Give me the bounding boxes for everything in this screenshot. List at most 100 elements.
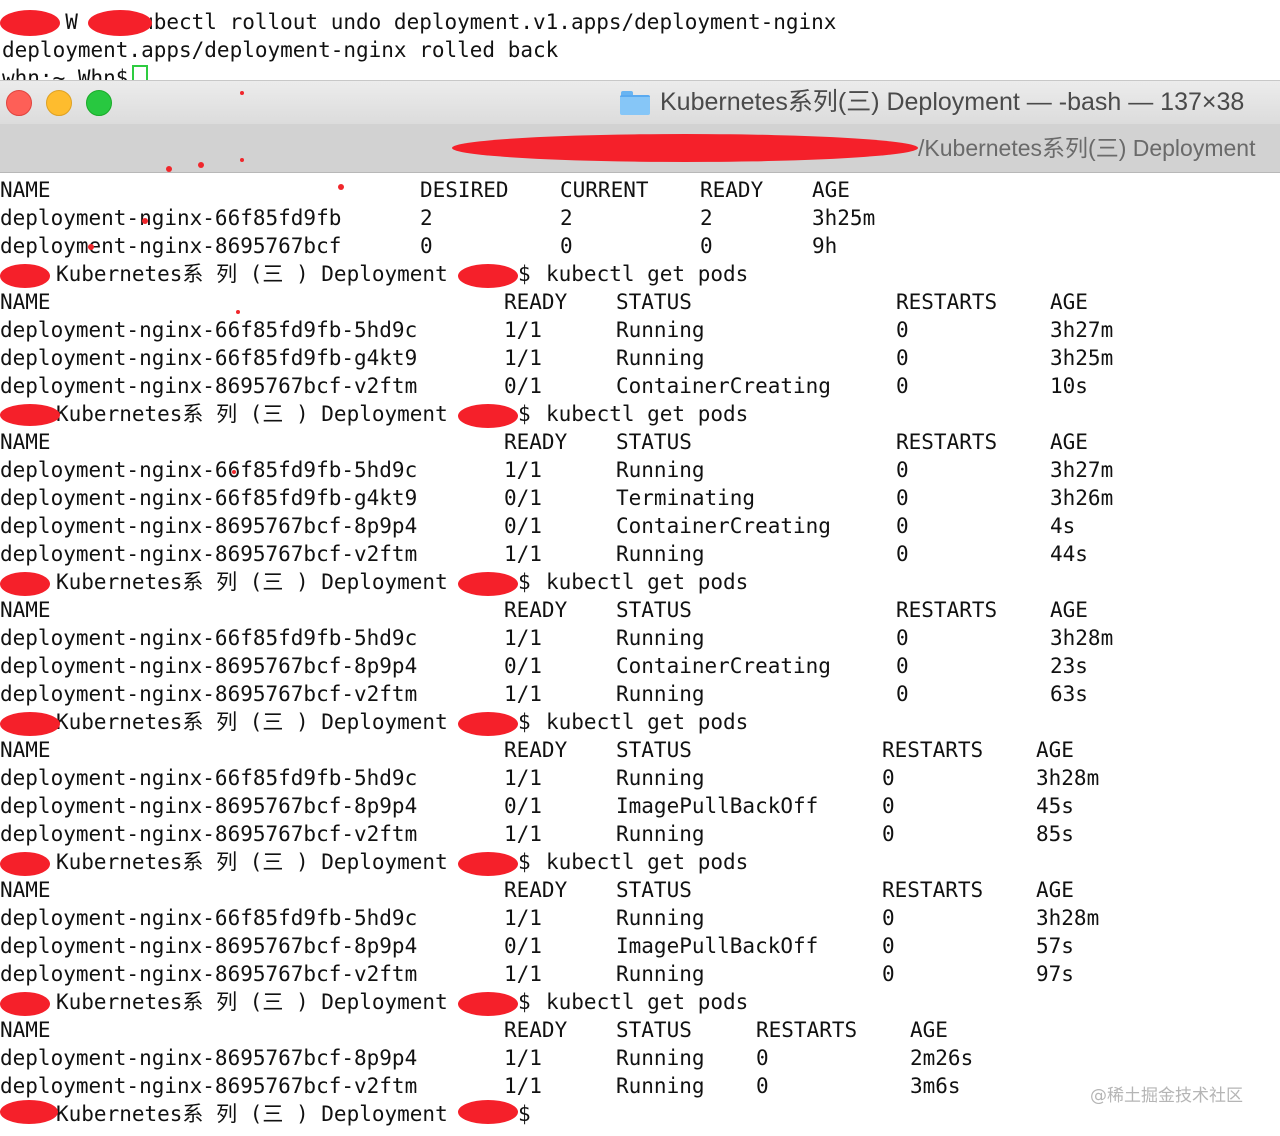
header-status: STATUS	[616, 738, 692, 762]
pod-row: deployment-nginx-8695767bcf-8p9p4 1/1 Ru…	[0, 1044, 1280, 1072]
header-ready: READY	[504, 1018, 568, 1042]
redaction-mark	[88, 10, 152, 36]
redaction-mark	[458, 572, 518, 596]
window-titlebar: Kubernetes系列(三) Deployment — -bash — 137…	[0, 80, 1280, 125]
header-status: STATUS	[616, 598, 692, 622]
pod-restarts: 0	[896, 626, 909, 650]
header-current: CURRENT	[560, 178, 649, 202]
terminal-output[interactable]: NAME DESIRED CURRENT READY AGE deploymen…	[0, 176, 1280, 1136]
header-age: AGE	[1050, 598, 1088, 622]
pod-age: 3h25m	[1050, 346, 1114, 370]
stray-mark	[240, 158, 244, 162]
stray-mark	[166, 166, 172, 172]
pod-ready: 0/1	[504, 514, 542, 538]
header-ready: READY	[504, 598, 568, 622]
pod-ready: 1/1	[504, 682, 542, 706]
background-terminal: ~ W kubectl rollout undo deployment.v1.a…	[0, 0, 1280, 82]
pod-row: deployment-nginx-66f85fd9fb-g4kt9 1/1 Ru…	[0, 344, 1280, 372]
stray-mark	[88, 244, 94, 250]
pod-ready: 1/1	[504, 822, 542, 846]
prompt-line: Kubernetes系 列 (三 ) Deployment $ kubectl …	[0, 708, 1280, 736]
pod-row: deployment-nginx-8695767bcf-8p9p4 0/1 Im…	[0, 932, 1280, 960]
pod-name: deployment-nginx-8695767bcf-v2ftm	[0, 1074, 418, 1098]
pod-restarts: 0	[896, 374, 909, 398]
pod-restarts: 0	[896, 514, 909, 538]
pod-status: Running	[616, 682, 705, 706]
redaction-mark	[458, 264, 518, 288]
pod-ready: 1/1	[504, 766, 542, 790]
stray-mark	[198, 162, 204, 168]
pod-status: Running	[616, 346, 705, 370]
command-text: kubectl get pods	[546, 990, 749, 1014]
close-window-button[interactable]	[6, 90, 32, 116]
header-restarts: RESTARTS	[896, 598, 998, 622]
pod-row: deployment-nginx-8695767bcf-8p9p4 0/1 Co…	[0, 512, 1280, 540]
pod-age: 3h26m	[1050, 486, 1114, 510]
pod-ready: 1/1	[504, 962, 542, 986]
header-status: STATUS	[616, 290, 692, 314]
terminal-tab-bar: /Kubernetes系列(三) Deployment	[0, 124, 1280, 173]
prompt-line: Kubernetes系 列 (三 ) Deployment $ kubectl …	[0, 988, 1280, 1016]
redaction-mark	[458, 1100, 518, 1124]
pod-ready: 1/1	[504, 346, 542, 370]
pod-ready: 1/1	[504, 458, 542, 482]
pod-row: deployment-nginx-8695767bcf-v2ftm 0/1 Co…	[0, 372, 1280, 400]
header-name: NAME	[0, 738, 51, 762]
redaction-mark	[0, 712, 60, 736]
pod-restarts: 0	[896, 318, 909, 342]
tab-title[interactable]: /Kubernetes系列(三) Deployment	[918, 133, 1255, 163]
pod-status: Running	[616, 626, 705, 650]
pods-header-row: NAME READY STATUS RESTARTS AGE	[0, 596, 1280, 624]
header-name: NAME	[0, 1018, 51, 1042]
pod-name: deployment-nginx-8695767bcf-8p9p4	[0, 1046, 418, 1070]
pod-row: deployment-nginx-8695767bcf-8p9p4 0/1 Co…	[0, 652, 1280, 680]
prompt-line: Kubernetes系 列 (三 ) Deployment $ kubectl …	[0, 568, 1280, 596]
pod-name: deployment-nginx-8695767bcf-8p9p4	[0, 794, 418, 818]
redaction-mark	[458, 992, 518, 1016]
pod-status: ImagePullBackOff	[616, 934, 819, 958]
command-text: kubectl get pods	[546, 710, 749, 734]
watermark: @稀土掘金技术社区	[1090, 1086, 1243, 1106]
pods-header-row: NAME READY STATUS RESTARTS AGE	[0, 736, 1280, 764]
prompt-dir: Kubernetes系 列 (三 ) Deployment	[56, 402, 448, 426]
header-ready: READY	[504, 290, 568, 314]
header-age: AGE	[812, 178, 850, 202]
prompt-suffix: $	[518, 850, 531, 874]
header-status: STATUS	[616, 1018, 692, 1042]
command-text: kubectl get pods	[546, 850, 749, 874]
pod-ready: 1/1	[504, 542, 542, 566]
zoom-window-button[interactable]	[86, 90, 112, 116]
minimize-window-button[interactable]	[46, 90, 72, 116]
command-text: kubectl get pods	[546, 570, 749, 594]
pod-age: 63s	[1050, 682, 1088, 706]
pod-restarts: 0	[896, 542, 909, 566]
pod-status: Running	[616, 458, 705, 482]
pod-age: 3h27m	[1050, 458, 1114, 482]
pod-name: deployment-nginx-66f85fd9fb-5hd9c	[0, 906, 418, 930]
pods-header-row: NAME READY STATUS RESTARTS AGE	[0, 428, 1280, 456]
pod-age: 23s	[1050, 654, 1088, 678]
prompt-dir: Kubernetes系 列 (三 ) Deployment	[56, 1102, 448, 1126]
pod-age: 3h28m	[1050, 626, 1114, 650]
rs-age: 3h25m	[812, 206, 876, 230]
pod-ready: 0/1	[504, 934, 542, 958]
prompt-dir: Kubernetes系 列 (三 ) Deployment	[56, 990, 448, 1014]
pod-restarts: 0	[896, 486, 909, 510]
prompt-dir: Kubernetes系 列 (三 ) Deployment	[56, 570, 448, 594]
stray-mark	[240, 91, 244, 95]
pod-ready: 0/1	[504, 486, 542, 510]
header-restarts: RESTARTS	[756, 1018, 858, 1042]
redaction-mark	[0, 1100, 58, 1124]
stray-mark	[232, 470, 236, 474]
pod-status: ImagePullBackOff	[616, 794, 819, 818]
prompt-line: Kubernetes系 列 (三 ) Deployment $	[0, 1100, 1280, 1128]
pod-row: deployment-nginx-66f85fd9fb-5hd9c 1/1 Ru…	[0, 624, 1280, 652]
pod-name: deployment-nginx-66f85fd9fb-5hd9c	[0, 318, 418, 342]
pod-row: deployment-nginx-66f85fd9fb-g4kt9 0/1 Te…	[0, 484, 1280, 512]
pod-name: deployment-nginx-8695767bcf-8p9p4	[0, 934, 418, 958]
pod-restarts: 0	[756, 1074, 769, 1098]
pod-row: deployment-nginx-8695767bcf-v2ftm 1/1 Ru…	[0, 540, 1280, 568]
stray-mark	[142, 218, 148, 224]
pod-row: deployment-nginx-8695767bcf-v2ftm 1/1 Ru…	[0, 820, 1280, 848]
replicaset-row: deployment-nginx-66f85fd9fb 2 2 2 3h25m	[0, 204, 1280, 232]
